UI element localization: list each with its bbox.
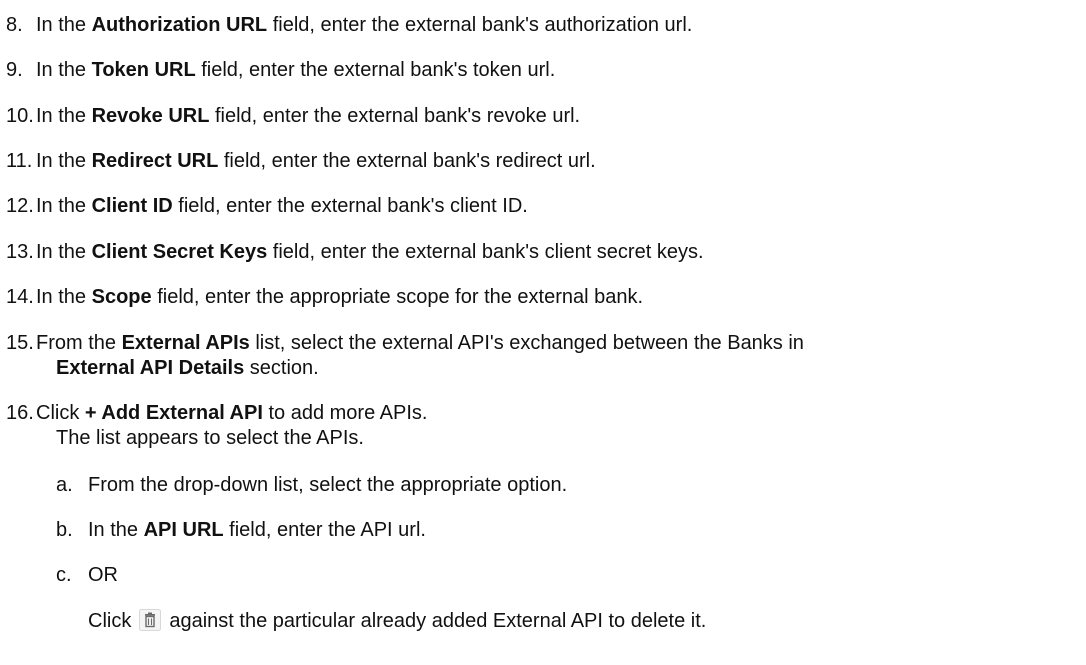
section-name: External API Details <box>56 357 245 379</box>
step-number: 9. <box>6 59 23 81</box>
step-number: 14. <box>6 286 34 308</box>
step-number: 13. <box>6 241 34 263</box>
step-text-post: field, enter the appropriate scope for t… <box>151 286 644 308</box>
substep-letter: a. <box>56 474 73 496</box>
substep-text: From the drop-down list, select the appr… <box>88 474 568 496</box>
field-name: Client ID <box>91 195 173 217</box>
field-name: Scope <box>91 286 152 308</box>
step-text-post: field, enter the external bank's client … <box>267 241 704 263</box>
step-text-pre: In the <box>36 105 92 127</box>
step-16-continuation: The list appears to select the APIs. <box>56 425 364 451</box>
substep-b: b. In the API URL field, enter the API ur… <box>56 517 426 543</box>
step-11: 11. In the Redirect URL field, enter the … <box>6 148 596 174</box>
substep-c: c. OR <box>56 562 118 588</box>
field-name: Token URL <box>91 59 196 81</box>
step-number: 15. <box>6 332 34 354</box>
field-name: Revoke URL <box>91 105 210 127</box>
step-number: 11. <box>6 150 33 172</box>
delete-text-pre: Click <box>88 610 132 632</box>
step-text-post: field, enter the external bank's token u… <box>195 59 556 81</box>
trash-icon <box>139 609 162 631</box>
field-name: External APIs <box>121 332 250 354</box>
step-text-pre: In the <box>36 195 92 217</box>
step-text-pre: From the <box>36 332 122 354</box>
substep-letter: b. <box>56 519 73 541</box>
step-14: 14. In the Scope field, enter the appropr… <box>6 284 643 310</box>
step-8: 8. In the Authorization URL field, enter … <box>6 12 692 38</box>
substep-a: a. From the drop-down list, select the ap… <box>56 472 567 498</box>
step-text-post: field, enter the external bank's client … <box>172 195 528 217</box>
field-name: Client Secret Keys <box>91 241 268 263</box>
step-text-post: list, select the external API's exchange… <box>249 332 804 354</box>
step-15-continuation: External API Details section. <box>56 355 319 381</box>
delete-text-post: against the particular already added Ext… <box>169 610 707 632</box>
substep-text-pre: In the <box>88 519 144 541</box>
step-text-post: The list appears to select the APIs. <box>56 427 364 449</box>
step-number: 12. <box>6 195 34 217</box>
step-text-pre: In the <box>36 286 92 308</box>
step-text-post: field, enter the external bank's revoke … <box>209 105 581 127</box>
step-text-post: field, enter the external bank's authori… <box>267 14 693 36</box>
step-13: 13. In the Client Secret Keys field, ente… <box>6 239 704 265</box>
substep-text-post: field, enter the API url. <box>223 519 426 541</box>
step-number: 8. <box>6 14 23 36</box>
step-16: 16. Click + Add External API to add more … <box>6 400 427 426</box>
step-text-pre: Click <box>36 402 85 424</box>
field-name: API URL <box>143 519 224 541</box>
step-10: 10. In the Revoke URL field, enter the ex… <box>6 103 580 129</box>
step-text-post: field, enter the external bank's redirec… <box>218 150 596 172</box>
step-text-pre: In the <box>36 14 92 36</box>
step-12: 12. In the Client ID field, enter the ext… <box>6 193 528 219</box>
button-name: + Add External API <box>84 402 263 424</box>
substep-letter: c. <box>56 564 72 586</box>
step-number: 10. <box>6 105 34 127</box>
step-text-pre: In the <box>36 59 92 81</box>
field-name: Redirect URL <box>91 150 219 172</box>
substep-text: OR <box>88 564 118 586</box>
step-9: 9. In the Token URL field, enter the exte… <box>6 57 555 83</box>
step-text-pre: In the <box>36 150 92 172</box>
step-text-pre: In the <box>36 241 92 263</box>
step-number: 16. <box>6 402 34 424</box>
field-name: Authorization URL <box>91 14 268 36</box>
step-text-post: section. <box>244 357 319 379</box>
step-15: 15. From the External APIs list, select t… <box>6 330 804 356</box>
delete-instruction: Click against the particular already add… <box>88 608 706 634</box>
step-text-post: to add more APIs. <box>262 402 428 424</box>
